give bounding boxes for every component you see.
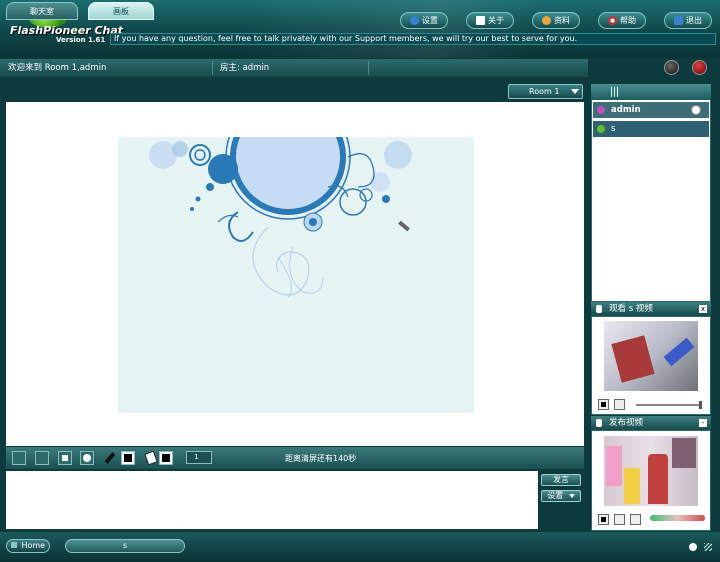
status-user-bar: s [65, 539, 185, 553]
whiteboard-image [118, 137, 474, 413]
stop-video-icon[interactable] [598, 399, 609, 410]
clear-countdown-text: 距离清屏还有140秒 [285, 454, 357, 463]
chevron-down-icon [568, 494, 575, 498]
publish-video-title: 发布视频 [609, 418, 644, 428]
app-version: Version 1.61 [56, 36, 106, 44]
home-label: Home [21, 541, 46, 550]
user-name: s [611, 124, 616, 134]
message-settings-button[interactable]: 设置 [541, 490, 581, 502]
line-size-select[interactable]: 1 [186, 451, 212, 464]
close-icon[interactable]: x [699, 305, 707, 313]
video-content [672, 438, 696, 468]
speaker-icon[interactable] [614, 514, 625, 525]
help-label: 帮助 [620, 16, 636, 25]
video-content [611, 335, 655, 383]
settings-label: 设置 [422, 16, 438, 25]
ellipse-tool-icon[interactable] [80, 451, 94, 465]
stop-video-icon[interactable] [598, 514, 609, 525]
record-icon[interactable] [664, 60, 679, 75]
watch-video-title: 观看 s 视频 [609, 304, 653, 314]
tab-chatroom[interactable]: 聊天室 [6, 2, 78, 20]
remote-video [604, 321, 698, 391]
pencil-icon [476, 16, 485, 25]
webcam-icon[interactable] [691, 105, 701, 115]
help-button[interactable]: 帮助 [598, 12, 646, 29]
volume-slider-handle[interactable] [699, 401, 702, 409]
announcement-marquee: If you have any question, feel free to t… [110, 33, 716, 45]
local-video [604, 436, 698, 506]
info-icon[interactable] [689, 543, 697, 551]
user-list-item[interactable]: s [593, 121, 709, 137]
message-settings-label: 设置 [547, 491, 564, 500]
publish-video-header: 发布视频 - [591, 416, 711, 430]
send-button[interactable]: 发言 [541, 474, 581, 486]
speaker-icon[interactable] [614, 399, 625, 410]
message-input[interactable] [6, 471, 538, 529]
line-size-value: 1 [194, 453, 199, 461]
exit-button[interactable]: 退出 [664, 12, 712, 29]
chevron-down-icon [571, 89, 579, 94]
user-list-header [591, 84, 711, 100]
video-content [663, 337, 695, 367]
user-status-icon [597, 125, 605, 133]
user-icon [542, 16, 551, 25]
resize-grip-icon[interactable] [704, 543, 712, 551]
volume-slider[interactable] [636, 401, 702, 409]
profile-button[interactable]: 资料 [532, 12, 580, 29]
stroke-color-swatch[interactable] [121, 451, 135, 465]
tab-whiteboard[interactable]: 画板 [88, 2, 154, 20]
home-button[interactable]: Home [6, 539, 50, 553]
swirl-artwork [149, 137, 412, 298]
user-list-item[interactable]: admin [593, 102, 709, 118]
watch-video-header: 观看 s 视频 x [591, 302, 711, 316]
header-sheen [250, 0, 720, 58]
exit-icon [674, 16, 683, 25]
camera-icon [596, 419, 602, 427]
welcome-text: 欢迎来到 Room 1,admin [8, 63, 107, 73]
minimize-icon[interactable]: - [699, 419, 707, 427]
room-select-value: Room 1 [529, 87, 560, 96]
line-tool-icon[interactable] [35, 451, 49, 465]
fill-color-swatch[interactable] [159, 451, 173, 465]
divider [212, 61, 213, 75]
info-bar: 欢迎来到 Room 1,admin 房主: admin [0, 59, 588, 77]
user-status-icon [597, 106, 605, 114]
lifebuoy-icon [608, 16, 617, 25]
grip-icon[interactable] [611, 87, 619, 97]
gear-icon [410, 16, 419, 25]
divider [368, 61, 369, 75]
about-label: 关于 [488, 16, 504, 25]
room-select[interactable]: Room 1 [508, 84, 583, 99]
rectangle-tool-icon[interactable] [58, 451, 72, 465]
video-content [624, 468, 640, 504]
select-tool-icon[interactable] [12, 451, 26, 465]
profile-label: 资料 [554, 16, 570, 25]
about-button[interactable]: 关于 [466, 12, 514, 29]
settings-button[interactable]: 设置 [400, 12, 448, 29]
user-name: admin [611, 105, 641, 115]
camera-icon [596, 305, 602, 313]
stop-icon[interactable] [692, 60, 707, 75]
host-text: 房主: admin [220, 63, 270, 73]
exit-label: 退出 [686, 16, 702, 25]
webcam-settings-icon[interactable] [630, 514, 641, 525]
video-content [648, 454, 668, 504]
video-content [606, 446, 622, 486]
mic-level-meter [650, 515, 705, 521]
home-icon [10, 542, 17, 548]
